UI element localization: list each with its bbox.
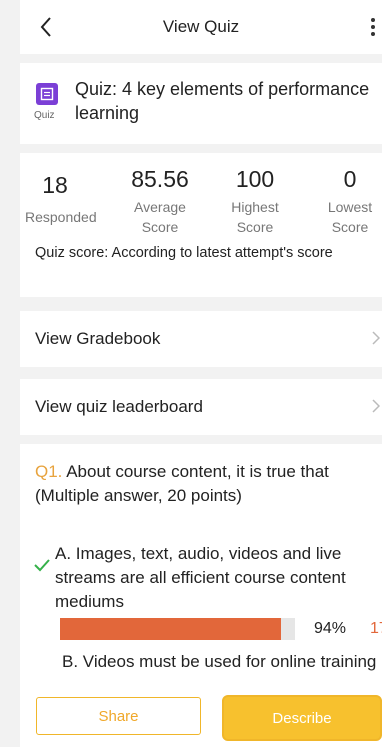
option-a-text: A. Images, text, audio, videos and live … <box>55 544 346 611</box>
stat-label: Responded <box>25 209 97 225</box>
chevron-right-icon <box>372 399 381 418</box>
option-a-progress-fill <box>60 618 281 640</box>
stat-label: Average Score <box>134 199 186 235</box>
view-gradebook-label: View Gradebook <box>35 329 161 348</box>
stat-responded: 18 Responded <box>25 171 97 227</box>
bottom-bar: Share Describe <box>20 695 382 747</box>
chevron-left-icon[interactable] <box>34 12 58 42</box>
share-button[interactable]: Share <box>36 697 201 735</box>
page-title: View Quiz <box>162 17 240 36</box>
app-screen: View Quiz Quiz Quiz: 4 key elements of p… <box>0 0 382 747</box>
view-gradebook-row[interactable]: View Gradebook <box>20 311 382 367</box>
question-card: Q1. About course content, it is true tha… <box>20 444 382 704</box>
stat-lowest: 0 Lowest Score <box>315 165 382 237</box>
stats-card: 18 Responded 85.56 Average Score 100 Hig… <box>20 153 382 297</box>
view-leaderboard-row[interactable]: View quiz leaderboard <box>20 379 382 435</box>
stat-label: Lowest Score <box>327 199 373 235</box>
question-number: Q1. <box>35 462 63 481</box>
question-text: Q1. About course content, it is true tha… <box>35 460 382 508</box>
option-a-count: 17 <box>370 620 382 637</box>
quiz-icon <box>36 83 58 105</box>
check-icon <box>34 558 50 574</box>
stat-highest: 100 Highest Score <box>220 165 290 237</box>
stat-value: 85.56 <box>131 166 189 192</box>
chevron-right-icon <box>372 331 381 350</box>
question-body: About course content, it is true that (M… <box>35 462 329 505</box>
option-a-progress-bar <box>60 618 295 640</box>
stat-value: 100 <box>235 166 275 192</box>
stat-label: Highest Score <box>231 199 279 235</box>
quiz-type-label: Quiz <box>34 110 55 121</box>
header: View Quiz <box>20 0 382 54</box>
score-note: Quiz score: According to latest attempt'… <box>35 245 333 261</box>
quiz-info-card: Quiz Quiz: 4 key elements of performance… <box>20 63 382 144</box>
more-vertical-icon[interactable] <box>366 14 380 40</box>
describe-button[interactable]: Describe <box>222 695 382 741</box>
quiz-title: Quiz: 4 key elements of performance lear… <box>75 79 370 123</box>
option-a-percent: 94% <box>314 620 347 637</box>
stat-average: 85.56 Average Score <box>120 165 200 237</box>
stat-value: 0 <box>343 166 357 192</box>
view-leaderboard-label: View quiz leaderboard <box>35 397 203 416</box>
stat-value: 18 <box>42 172 68 198</box>
